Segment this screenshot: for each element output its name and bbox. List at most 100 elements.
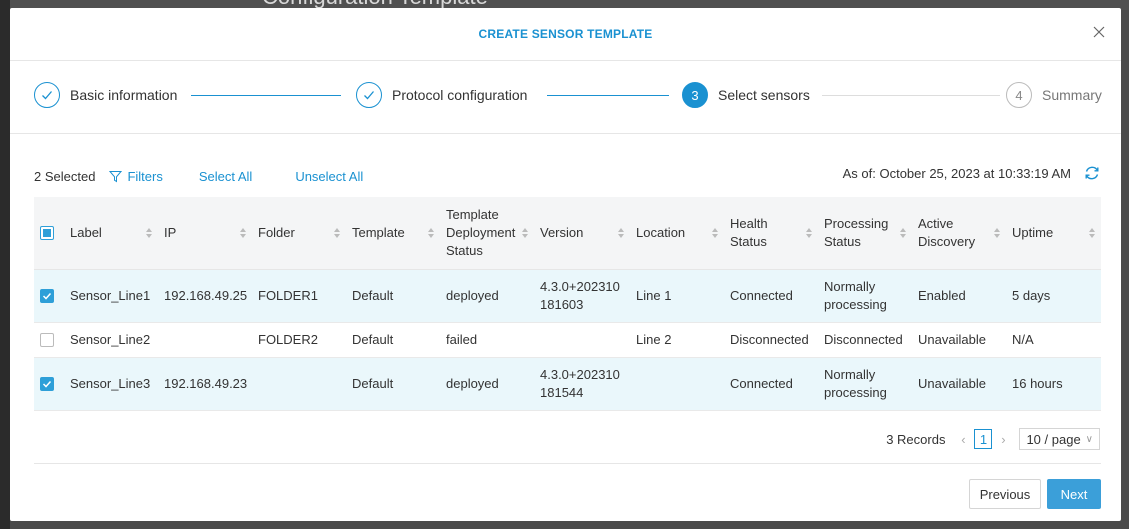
row-checkbox[interactable]: [40, 289, 54, 303]
column-header-folder[interactable]: Folder: [252, 197, 346, 270]
cell-label: Sensor_Line1: [64, 269, 158, 323]
sort-icon: [618, 228, 624, 238]
sensors-table: Label IP Folder Template Template Deploy…: [34, 197, 1101, 411]
cell-uptime: 16 hours: [1006, 357, 1101, 411]
column-header-template[interactable]: Template: [346, 197, 440, 270]
cell-template: Default: [346, 322, 440, 358]
modal-title: CREATE SENSOR TEMPLATE: [478, 27, 653, 41]
cell-active-discovery: Unavailable: [912, 322, 1006, 358]
column-header-ip[interactable]: IP: [158, 197, 252, 270]
filter-icon: [109, 170, 123, 182]
step-label: Basic information: [70, 87, 178, 103]
page-number-button[interactable]: 1: [974, 429, 993, 449]
pagination: 3 Records ‹ 1 › 10 / page ∨: [886, 428, 1100, 450]
sort-icon: [994, 228, 1000, 238]
create-sensor-template-modal: CREATE SENSOR TEMPLATE Basic information…: [10, 8, 1121, 521]
cell-template: Default: [346, 357, 440, 411]
step-connector: [822, 95, 1000, 96]
select-all-button[interactable]: Select All: [199, 169, 252, 184]
table-row[interactable]: Sensor_Line1 192.168.49.25 FOLDER1 Defau…: [34, 269, 1101, 323]
column-header-deployment-status[interactable]: Template Deployment Status: [440, 197, 534, 270]
cell-ip: 192.168.49.23: [158, 357, 252, 411]
sort-icon: [428, 228, 434, 238]
cell-health-status: Disconnected: [724, 322, 818, 358]
sort-icon: [712, 228, 718, 238]
table-row[interactable]: Sensor_Line2 FOLDER2 Default failed Line…: [34, 322, 1101, 358]
next-button[interactable]: Next: [1047, 479, 1101, 509]
cell-location: [630, 357, 724, 411]
cell-processing-status: Disconnected: [818, 322, 912, 358]
step-number: 3: [682, 82, 708, 108]
close-icon[interactable]: [1091, 24, 1107, 40]
cell-folder: [252, 357, 346, 411]
filters-label: Filters: [127, 168, 163, 184]
prev-page-icon[interactable]: ‹: [955, 432, 971, 447]
sort-icon: [522, 228, 528, 238]
step-label: Summary: [1042, 87, 1102, 103]
check-icon: [356, 82, 382, 108]
page-size-value: 10 / page: [1026, 431, 1081, 447]
sort-icon: [146, 228, 152, 238]
background-left-bar: [0, 0, 10, 529]
sort-icon: [334, 228, 340, 238]
step-number: 4: [1006, 82, 1032, 108]
as-of-timestamp: As of: October 25, 2023 at 10:33:19 AM: [842, 166, 1071, 181]
refresh-icon[interactable]: [1083, 164, 1101, 182]
column-header-health-status[interactable]: Health Status: [724, 197, 818, 270]
cell-processing-status: Normally processing: [818, 269, 912, 323]
sort-icon: [900, 228, 906, 238]
step-protocol-configuration[interactable]: Protocol configuration: [356, 81, 527, 109]
cell-deployment-status: deployed: [440, 357, 534, 411]
column-header-active-discovery[interactable]: Active Discovery: [912, 197, 1006, 270]
step-select-sensors[interactable]: 3 Select sensors: [682, 81, 810, 109]
checkmark-icon: [42, 292, 52, 300]
cell-version: 4.3.0+202310181603: [534, 269, 630, 323]
cell-version: 4.3.0+202310181544: [534, 357, 630, 411]
cell-label: Sensor_Line3: [64, 357, 158, 411]
cell-ip: [158, 322, 252, 358]
table-toolbar: 2 Selected Filters Select All Unselect A…: [34, 166, 363, 186]
footer-divider: [34, 463, 1101, 464]
cell-template: Default: [346, 269, 440, 323]
column-header-processing-status[interactable]: Processing Status: [818, 197, 912, 270]
cell-label: Sensor_Line2: [64, 322, 158, 358]
checkmark-icon: [42, 380, 52, 388]
page-size-select[interactable]: 10 / page ∨: [1019, 428, 1100, 450]
chevron-down-icon: ∨: [1085, 433, 1093, 445]
table-header-row: Label IP Folder Template Template Deploy…: [34, 197, 1101, 270]
cell-health-status: Connected: [724, 357, 818, 411]
column-header-version[interactable]: Version: [534, 197, 630, 270]
select-all-checkbox[interactable]: [40, 226, 54, 240]
table-row[interactable]: Sensor_Line3 192.168.49.23 Default deplo…: [34, 357, 1101, 411]
row-checkbox[interactable]: [40, 333, 54, 347]
cell-folder: FOLDER1: [252, 269, 346, 323]
step-connector: [547, 95, 669, 96]
cell-active-discovery: Unavailable: [912, 357, 1006, 411]
column-header-location[interactable]: Location: [630, 197, 724, 270]
cell-processing-status: Normally processing: [818, 357, 912, 411]
cell-folder: FOLDER2: [252, 322, 346, 358]
filters-button[interactable]: Filters: [109, 168, 163, 184]
cell-deployment-status: failed: [440, 322, 534, 358]
cell-location: Line 1: [630, 269, 724, 323]
step-basic-information[interactable]: Basic information: [34, 81, 177, 109]
cell-version: [534, 322, 630, 358]
record-count: 3 Records: [886, 431, 946, 447]
column-header-uptime[interactable]: Uptime: [1006, 197, 1101, 270]
column-header-label[interactable]: Label: [64, 197, 158, 270]
cell-location: Line 2: [630, 322, 724, 358]
check-icon: [34, 82, 60, 108]
previous-button[interactable]: Previous: [969, 479, 1041, 509]
selected-count: 2 Selected: [34, 168, 96, 184]
cell-deployment-status: deployed: [440, 269, 534, 323]
unselect-all-button[interactable]: Unselect All: [295, 169, 363, 184]
step-label: Select sensors: [718, 87, 810, 103]
row-checkbox[interactable]: [40, 377, 54, 391]
step-connector: [191, 95, 341, 96]
next-page-icon[interactable]: ›: [995, 432, 1011, 447]
cell-ip: 192.168.49.25: [158, 269, 252, 323]
header-select-all: [34, 197, 64, 270]
step-summary[interactable]: 4 Summary: [1006, 81, 1102, 109]
cell-uptime: N/A: [1006, 322, 1101, 358]
sort-icon: [1089, 228, 1095, 238]
